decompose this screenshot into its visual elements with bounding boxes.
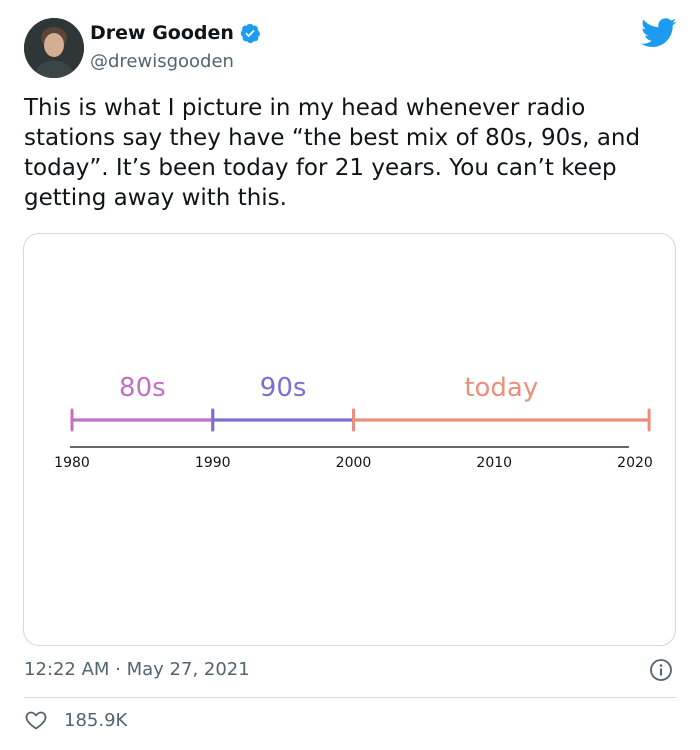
author-name-row: Drew Gooden bbox=[90, 22, 261, 44]
segment-label-80s: 80s bbox=[119, 373, 166, 403]
segment-label-90s: 90s bbox=[260, 373, 307, 403]
heart-icon[interactable] bbox=[24, 708, 48, 732]
user-handle[interactable]: @drewisgooden bbox=[90, 51, 234, 72]
divider bbox=[24, 697, 676, 698]
like-count: 185.9K bbox=[64, 709, 128, 731]
like-action[interactable]: 185.9K bbox=[24, 708, 127, 732]
tweet-text: This is what I picture in my head whenev… bbox=[24, 95, 641, 211]
tick-label-1990: 1990 bbox=[195, 455, 231, 471]
display-name[interactable]: Drew Gooden bbox=[90, 22, 234, 44]
avatar[interactable] bbox=[24, 18, 84, 78]
segment-label-today: today bbox=[464, 373, 538, 403]
tick-label-1980: 1980 bbox=[54, 455, 90, 471]
verified-badge-icon bbox=[239, 22, 261, 44]
info-icon[interactable] bbox=[649, 658, 673, 682]
tick-label-2010: 2010 bbox=[476, 455, 512, 471]
tick-label-2000: 2000 bbox=[336, 455, 372, 471]
tweet-card: Drew Gooden @drewisgooden This is what I… bbox=[0, 0, 700, 750]
tweet-media-timeline[interactable]: 1980 1990 2000 2010 2020 80s 90s today bbox=[23, 233, 676, 646]
twitter-bird-icon[interactable] bbox=[641, 17, 677, 49]
timeline-chart: 1980 1990 2000 2010 2020 80s 90s today bbox=[54, 373, 653, 471]
tick-label-2020: 2020 bbox=[617, 455, 653, 471]
tweet-timestamp[interactable]: 12:22 AM · May 27, 2021 bbox=[24, 659, 250, 680]
